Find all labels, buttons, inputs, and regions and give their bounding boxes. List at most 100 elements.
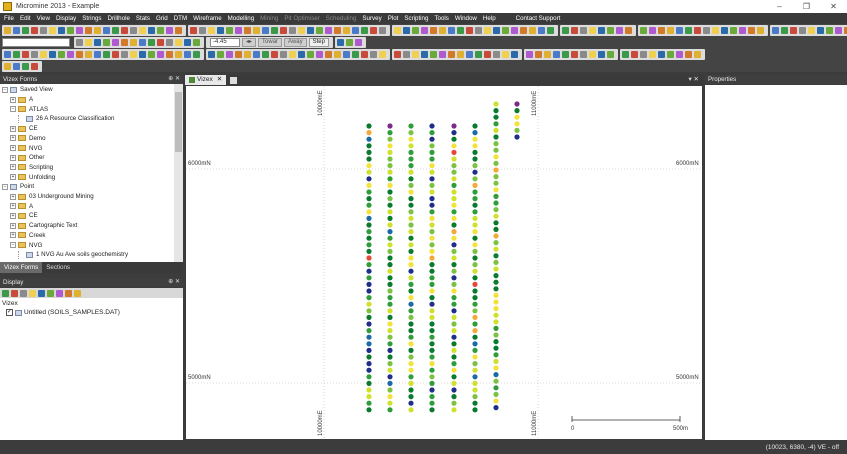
tree-item[interactable]: − NVG	[10, 240, 42, 250]
toolbar-tool-icon[interactable]	[208, 26, 215, 34]
toolbar-tool-icon[interactable]	[571, 26, 578, 34]
toolbar-tool-icon[interactable]	[457, 50, 464, 58]
toolbar-tool-icon[interactable]	[139, 38, 146, 46]
collapse-icon[interactable]: −	[10, 106, 16, 113]
toolbar-tool-icon[interactable]	[640, 26, 647, 34]
toolbar-tool-icon[interactable]	[199, 26, 206, 34]
collapse-icon[interactable]: −	[2, 183, 8, 190]
toolbar-tool-icon[interactable]	[553, 50, 560, 58]
toolbar-tool-icon[interactable]	[94, 38, 101, 46]
toolbar-tool-icon[interactable]	[316, 50, 323, 58]
toolbar-tool-icon[interactable]	[325, 26, 332, 34]
toolbar-tool-icon[interactable]	[439, 26, 446, 34]
toolbar-tool-icon[interactable]	[589, 50, 596, 58]
expand-icon[interactable]: +	[10, 203, 16, 210]
toolbar-tool-icon[interactable]	[184, 38, 191, 46]
toolbar-tool-icon[interactable]	[262, 26, 269, 34]
toolbar-tool-icon[interactable]	[538, 26, 545, 34]
toolbar-tool-icon[interactable]	[502, 26, 509, 34]
toolbar-tool-icon[interactable]	[739, 26, 746, 34]
toolbar-tool-icon[interactable]	[607, 50, 614, 58]
tree-item[interactable]: + A	[10, 201, 33, 211]
toolbar-tool-icon[interactable]	[22, 26, 29, 34]
toolbar-tool-icon[interactable]	[280, 26, 287, 34]
toolbar-tool-icon[interactable]	[148, 50, 155, 58]
toolbar-tool-icon[interactable]	[38, 289, 45, 297]
toolbar-tool-icon[interactable]	[4, 50, 11, 58]
toolbar-tool-icon[interactable]	[466, 26, 473, 34]
toolbar-tool-icon[interactable]	[56, 289, 63, 297]
tree-item[interactable]: + NVG	[10, 143, 42, 153]
toolbar-tool-icon[interactable]	[622, 50, 629, 58]
minimize-button[interactable]: –	[766, 0, 793, 13]
toolbar-tool-icon[interactable]	[112, 38, 119, 46]
toolbar-tool-icon[interactable]	[361, 50, 368, 58]
toolbar-tool-icon[interactable]	[703, 26, 710, 34]
toolbar-tool-icon[interactable]	[502, 50, 509, 58]
toolbar-tool-icon[interactable]	[74, 289, 81, 297]
toolbar-tool-icon[interactable]	[484, 26, 491, 34]
tree-item[interactable]: +03 Underground Mining	[10, 192, 94, 202]
toolbar-tool-icon[interactable]	[139, 50, 146, 58]
toolbar-tool-icon[interactable]	[526, 50, 533, 58]
toolbar-tool-icon[interactable]	[76, 50, 83, 58]
toolbar-tool-icon[interactable]	[139, 26, 146, 34]
toolbar-tool-icon[interactable]	[94, 50, 101, 58]
toolbar-tool-icon[interactable]	[235, 26, 242, 34]
menu-strings[interactable]: Strings	[82, 15, 101, 22]
toolbar-tool-icon[interactable]	[244, 50, 251, 58]
tree-item[interactable]: 26 A Resource Classification	[18, 114, 114, 124]
toolbar-tool-icon[interactable]	[334, 50, 341, 58]
toolbar-tool-icon[interactable]	[616, 26, 623, 34]
toolbar-tool-icon[interactable]	[166, 26, 173, 34]
menu-survey[interactable]: Survey	[362, 15, 381, 22]
toolbar-tool-icon[interactable]	[511, 50, 518, 58]
toolbar-tool-icon[interactable]	[58, 50, 65, 58]
toolbar-tool-icon[interactable]	[403, 26, 410, 34]
layer-checkbox[interactable]: ✓	[6, 309, 13, 316]
menu-tools[interactable]: Tools	[434, 15, 448, 22]
tab-sections[interactable]: Sections	[42, 262, 74, 273]
menu-dtm[interactable]: DTM	[174, 15, 187, 22]
toolbar-tool-icon[interactable]	[589, 26, 596, 34]
tree-item[interactable]: + CE	[10, 124, 38, 134]
toolbar-tool-icon[interactable]	[235, 50, 242, 58]
toolbar-tool-icon[interactable]	[4, 62, 11, 70]
toolbar-tool-icon[interactable]	[85, 50, 92, 58]
toolbar-tool-icon[interactable]	[40, 50, 47, 58]
toolbar-tool-icon[interactable]	[157, 50, 164, 58]
toolbar-tool-icon[interactable]	[49, 50, 56, 58]
toolbar-tool-icon[interactable]	[94, 26, 101, 34]
toolbar-tool-icon[interactable]	[649, 50, 656, 58]
toolbar-tool-icon[interactable]	[49, 26, 56, 34]
toolbar-tool-icon[interactable]	[712, 26, 719, 34]
toolbar-tool-icon[interactable]	[475, 26, 482, 34]
toolbar-tool-icon[interactable]	[571, 50, 578, 58]
toolbar-tool-icon[interactable]	[13, 62, 20, 70]
toolbar-tool-icon[interactable]	[271, 26, 278, 34]
new-tab-icon[interactable]	[230, 76, 238, 84]
toolbar-tool-icon[interactable]	[31, 50, 38, 58]
toolbar-tool-icon[interactable]	[65, 289, 72, 297]
tree-item[interactable]: + A	[10, 95, 33, 105]
toolbar-tool-icon[interactable]	[166, 38, 173, 46]
toolbar-tool-icon[interactable]	[580, 26, 587, 34]
toolbar-tool-icon[interactable]	[67, 26, 74, 34]
toolbar-tool-icon[interactable]	[625, 26, 632, 34]
toolbar-combo[interactable]	[2, 37, 70, 47]
maximize-button[interactable]: ❐	[793, 0, 820, 13]
rotation-stepper[interactable]: ◂▸	[242, 37, 257, 47]
menu-wireframe[interactable]: Wireframe	[193, 15, 222, 22]
toolbar-tool-icon[interactable]	[694, 26, 701, 34]
menu-window[interactable]: Window	[455, 15, 477, 22]
menu-plot[interactable]: Plot	[388, 15, 399, 22]
expand-icon[interactable]: +	[10, 164, 16, 171]
toolbar-tool-icon[interactable]	[730, 26, 737, 34]
toolbar-tool-icon[interactable]	[226, 26, 233, 34]
toolbar-tool-icon[interactable]	[262, 50, 269, 58]
toolbar-tool-icon[interactable]	[217, 50, 224, 58]
menu-scheduling[interactable]: Scheduling	[326, 15, 357, 22]
toolbar-tool-icon[interactable]	[130, 50, 137, 58]
toolbar-tool-icon[interactable]	[547, 26, 554, 34]
toolbar-tool-icon[interactable]	[511, 26, 518, 34]
